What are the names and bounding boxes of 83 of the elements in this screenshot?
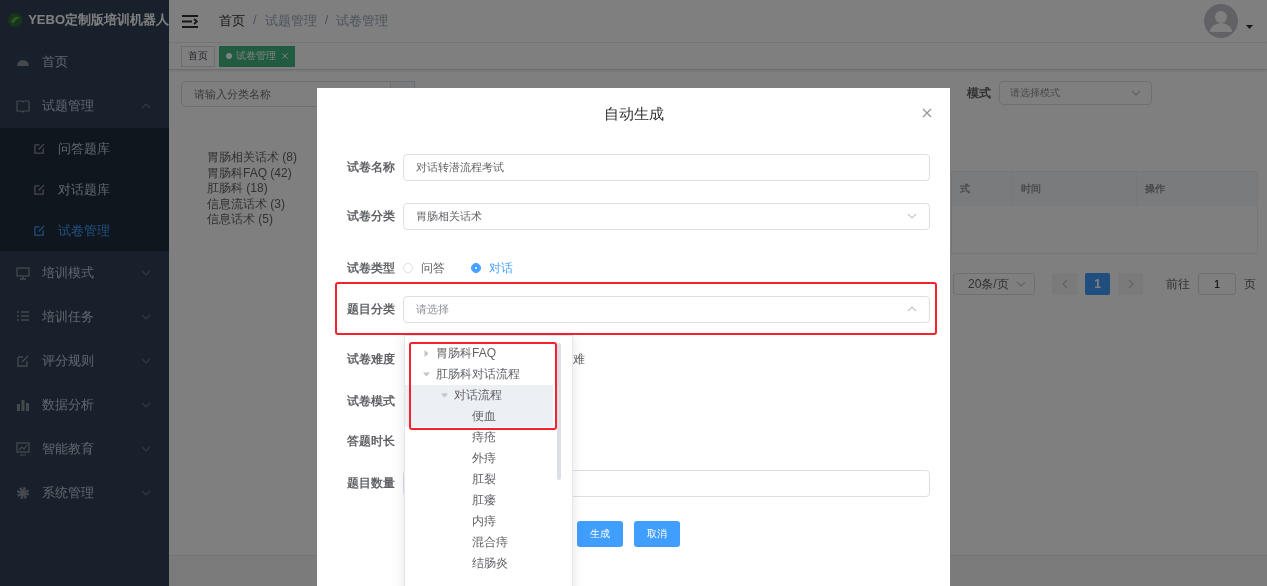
tree-node[interactable]: 便血: [405, 406, 553, 427]
triangle-down-icon: [441, 392, 448, 399]
chevron-right-icon: [1127, 279, 1134, 289]
screen-icon: [16, 442, 30, 456]
radio-label: 难: [573, 350, 585, 368]
edit-icon: [16, 354, 30, 368]
chevron-down-icon: [141, 270, 151, 276]
bars-icon: [16, 398, 30, 412]
caret-icon[interactable]: [1246, 25, 1253, 29]
breadcrumb-item[interactable]: 首页: [219, 12, 245, 30]
sidebar-item[interactable]: 系统管理: [0, 471, 169, 515]
breadcrumb-separator: /: [324, 12, 329, 29]
select-field[interactable]: 胃肠相关话术: [403, 202, 930, 230]
sidebar-item[interactable]: 培训模式: [0, 251, 169, 295]
list-icon: [16, 310, 30, 324]
form-label: 答题时长: [347, 433, 396, 449]
monitor-icon: [16, 266, 30, 280]
dialog-title: 自动生成: [603, 104, 664, 124]
triangle-down-icon: [423, 371, 430, 378]
page-tab[interactable]: 首页: [181, 45, 215, 67]
next-page-button[interactable]: [1118, 273, 1143, 295]
chevron-up-icon: [141, 103, 151, 109]
chevron-left-icon: [1061, 279, 1068, 289]
avatar-icon[interactable]: [1204, 4, 1238, 38]
close-icon[interactable]: [922, 108, 932, 118]
radio-option[interactable]: 对话: [471, 259, 513, 277]
menu-icon[interactable]: [182, 14, 198, 28]
sidebar-item[interactable]: 培训任务: [0, 295, 169, 339]
form-label: 试卷难度: [347, 351, 396, 367]
page-suffix: 页: [1244, 275, 1256, 293]
breadcrumb-separator: /: [253, 12, 257, 29]
tree-node[interactable]: 肛裂: [405, 469, 553, 490]
chevron-down-icon: [907, 213, 917, 219]
edit-icon: [33, 224, 46, 237]
book-icon: [16, 99, 30, 113]
radio-option[interactable]: 问答: [403, 259, 445, 277]
chevron-down-icon: [141, 314, 151, 320]
page-input[interactable]: 1: [1198, 273, 1236, 295]
page-tab[interactable]: 试卷管理: [219, 45, 295, 67]
tree-node[interactable]: 肛瘘: [405, 490, 553, 511]
sidebar-item[interactable]: 评分规则: [0, 339, 169, 383]
page-number[interactable]: 1: [1085, 273, 1110, 295]
sidebar-subitem[interactable]: 试卷管理: [0, 210, 169, 251]
generate-button[interactable]: 生成: [577, 521, 623, 547]
chevron-down-icon: [141, 358, 151, 364]
select-field[interactable]: 请选择: [403, 295, 930, 323]
sidebar-item[interactable]: 首页: [0, 40, 169, 84]
chevron-down-icon: [141, 490, 151, 496]
sidebar-subitem[interactable]: 对话题库: [0, 169, 169, 210]
chevron-down-icon: [1131, 90, 1141, 96]
previous-page-button[interactable]: [1052, 273, 1077, 295]
sidebar-item[interactable]: 试题管理: [0, 84, 169, 128]
tree-node[interactable]: 痔疮: [405, 427, 553, 448]
page-size-select[interactable]: 20条/页: [953, 273, 1035, 295]
sidebar-subitem[interactable]: 问答题库: [0, 128, 169, 169]
text-field[interactable]: 对话转潜流程考试: [403, 153, 930, 181]
chevron-down-icon: [141, 402, 151, 408]
tree-node[interactable]: 外痔: [405, 448, 553, 469]
chevron-down-icon: [141, 446, 151, 452]
filter-label: 模式: [967, 84, 991, 102]
cancel-button[interactable]: 取消: [634, 521, 680, 547]
tree-node[interactable]: 结肠炎: [405, 553, 553, 574]
tree-node[interactable]: 混合痔: [405, 532, 553, 553]
form-label: 试卷模式: [347, 393, 396, 409]
edit-icon: [33, 183, 46, 196]
active-dot: [226, 53, 232, 59]
sidebar-item[interactable]: 数据分析: [0, 383, 169, 427]
tree-node[interactable]: 对话流程: [405, 385, 553, 406]
form-label: 题目数量: [347, 475, 396, 491]
tree-node[interactable]: 内痔: [405, 511, 553, 532]
form-label: 试卷名称: [347, 159, 396, 175]
app-title: YEBO定制版培训机器人: [28, 11, 169, 29]
sidebar-item[interactable]: 智能教育: [0, 427, 169, 471]
chevron-down-icon: [1016, 281, 1026, 287]
tree-node[interactable]: 肛肠科对话流程: [405, 364, 553, 385]
goto-label: 前往: [1166, 275, 1190, 293]
chevron-up-icon: [907, 306, 917, 312]
triangle-right-icon: [423, 350, 430, 357]
form-label: 题目分类: [347, 301, 396, 317]
form-label: 试卷类型: [347, 260, 396, 276]
settings-icon: [16, 486, 30, 500]
form-label: 试卷分类: [347, 208, 396, 224]
edit-icon: [33, 142, 46, 155]
